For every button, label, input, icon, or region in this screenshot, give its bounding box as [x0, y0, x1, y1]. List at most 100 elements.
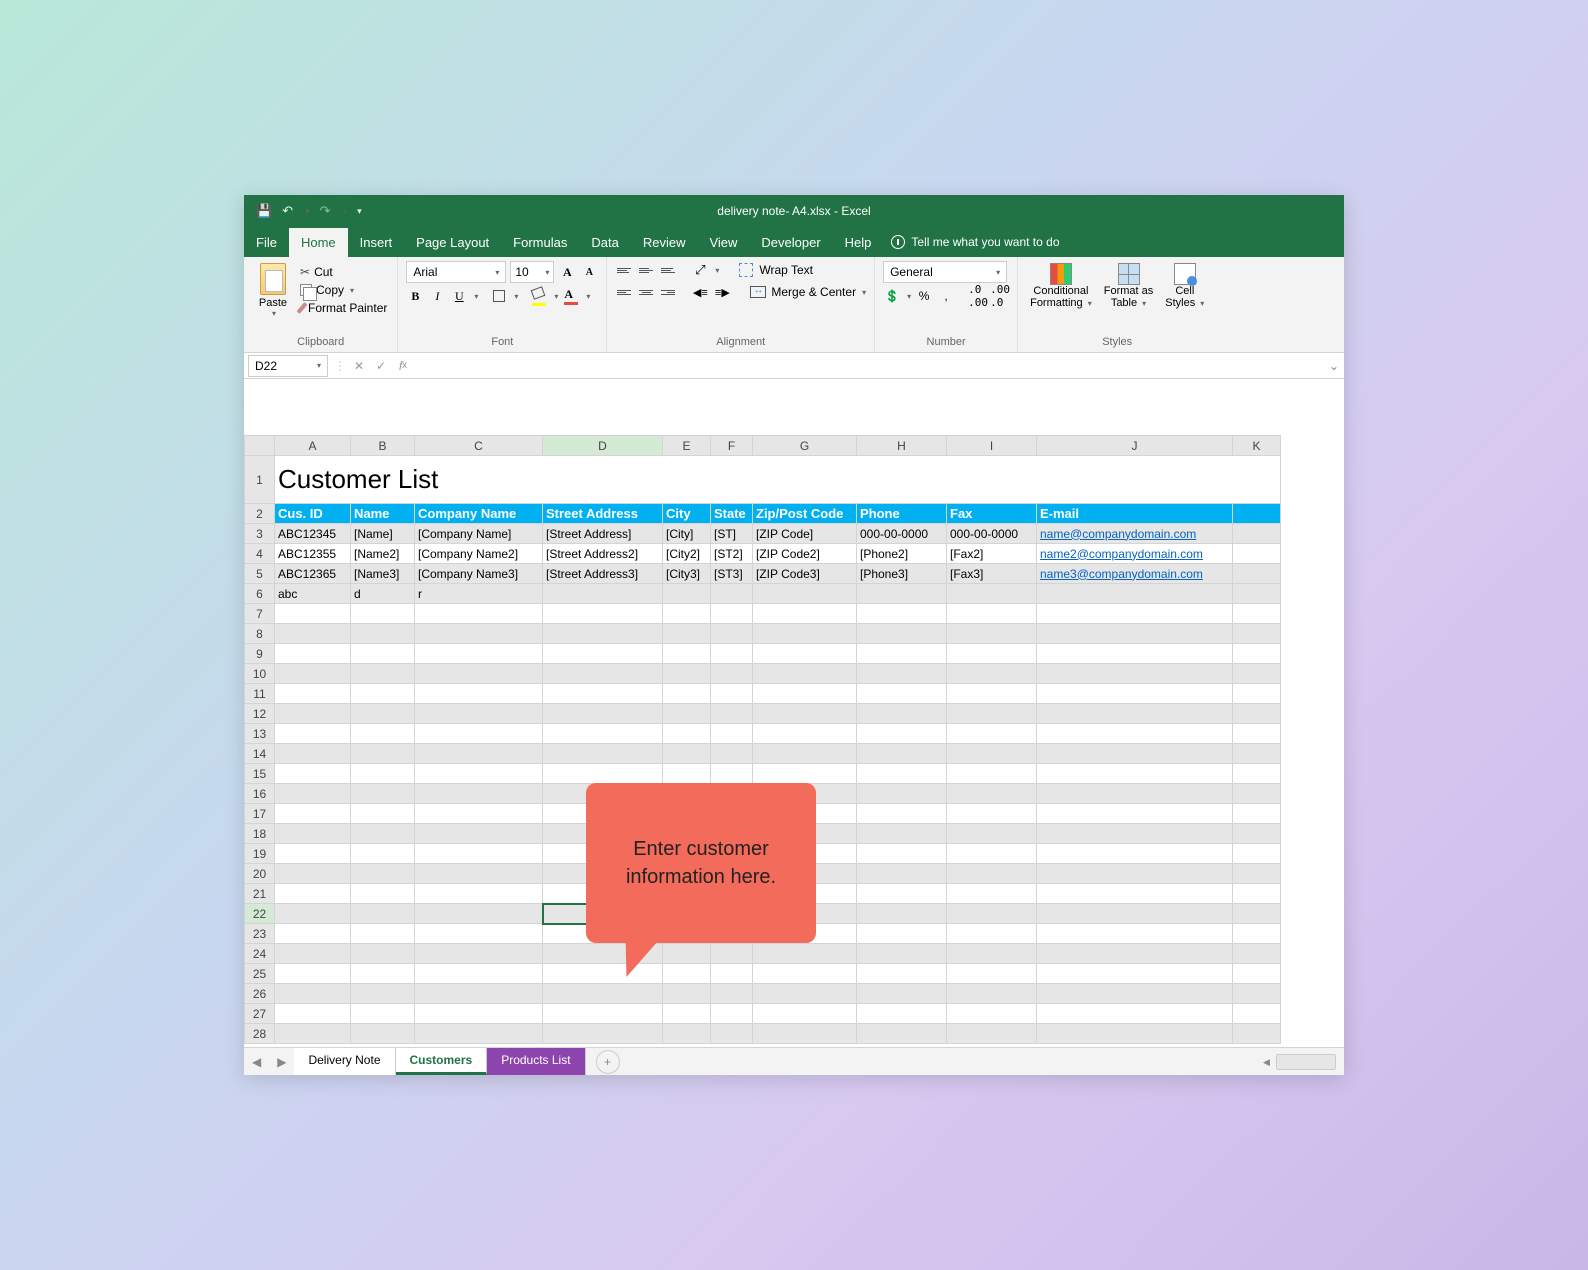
cell[interactable]: [947, 664, 1037, 684]
cell[interactable]: [711, 1024, 753, 1044]
ribbon-tab-home[interactable]: Home: [289, 228, 348, 257]
cell[interactable]: [Company Name2]: [415, 544, 543, 564]
column-header[interactable]: B: [351, 436, 415, 456]
cell[interactable]: [275, 944, 351, 964]
merge-center-button[interactable]: [749, 283, 767, 301]
cell[interactable]: [543, 604, 663, 624]
ribbon-tab-page-layout[interactable]: Page Layout: [404, 228, 501, 257]
cell[interactable]: [275, 864, 351, 884]
cell[interactable]: [947, 824, 1037, 844]
cell[interactable]: [753, 624, 857, 644]
column-header[interactable]: K: [1233, 436, 1281, 456]
cell[interactable]: [351, 784, 415, 804]
cell[interactable]: [1037, 904, 1233, 924]
cell[interactable]: [663, 684, 711, 704]
table-header-cell[interactable]: Name: [351, 504, 415, 524]
cell[interactable]: [415, 864, 543, 884]
cell[interactable]: [947, 884, 1037, 904]
cell[interactable]: [ZIP Code3]: [753, 564, 857, 584]
cell[interactable]: [947, 684, 1037, 704]
font-name-select[interactable]: Arial▾: [406, 261, 506, 283]
decrease-font-icon[interactable]: A: [580, 263, 598, 281]
cell[interactable]: [415, 804, 543, 824]
cell[interactable]: [275, 644, 351, 664]
cell[interactable]: [275, 844, 351, 864]
cell[interactable]: [275, 744, 351, 764]
cell[interactable]: [1037, 864, 1233, 884]
cell[interactable]: [947, 604, 1037, 624]
cell[interactable]: [351, 704, 415, 724]
comma-format-button[interactable]: ,: [937, 287, 955, 305]
cell[interactable]: [947, 964, 1037, 984]
cell[interactable]: [Phone3]: [857, 564, 947, 584]
cell[interactable]: [947, 624, 1037, 644]
cell[interactable]: [275, 684, 351, 704]
cell[interactable]: [415, 884, 543, 904]
cell[interactable]: [663, 964, 711, 984]
cell[interactable]: [1233, 944, 1281, 964]
row-header[interactable]: 3: [245, 524, 275, 544]
cell[interactable]: [663, 1004, 711, 1024]
column-header[interactable]: D: [543, 436, 663, 456]
cell[interactable]: [543, 584, 663, 604]
cell[interactable]: [1233, 1004, 1281, 1024]
cell-styles-button[interactable]: Cell Styles ▾: [1161, 261, 1208, 311]
cell[interactable]: [1037, 964, 1233, 984]
border-button[interactable]: [490, 287, 508, 305]
cell[interactable]: [947, 844, 1037, 864]
row-header[interactable]: 27: [245, 1004, 275, 1024]
cell[interactable]: [ZIP Code]: [753, 524, 857, 544]
cell[interactable]: 000-00-0000: [857, 524, 947, 544]
row-header[interactable]: 14: [245, 744, 275, 764]
cell[interactable]: [351, 844, 415, 864]
row-header[interactable]: 8: [245, 624, 275, 644]
cell[interactable]: [1037, 704, 1233, 724]
cell[interactable]: [663, 984, 711, 1004]
cell[interactable]: [1037, 944, 1233, 964]
row-header[interactable]: 21: [245, 884, 275, 904]
cell[interactable]: [947, 864, 1037, 884]
cell[interactable]: [1233, 784, 1281, 804]
table-header-cell[interactable]: Company Name: [415, 504, 543, 524]
cell[interactable]: [1233, 744, 1281, 764]
row-header[interactable]: 4: [245, 544, 275, 564]
spreadsheet-grid[interactable]: ABCDEFGHIJK1Customer List2Cus. IDNameCom…: [244, 435, 1281, 1044]
cell[interactable]: [857, 884, 947, 904]
cell[interactable]: ABC12355: [275, 544, 351, 564]
cell[interactable]: [857, 864, 947, 884]
cell[interactable]: [857, 804, 947, 824]
cell[interactable]: [711, 724, 753, 744]
cell[interactable]: [857, 724, 947, 744]
save-icon[interactable]: 💾: [256, 203, 272, 219]
cell[interactable]: [1233, 964, 1281, 984]
cell[interactable]: [Street Address]: [543, 524, 663, 544]
row-header[interactable]: 22: [245, 904, 275, 924]
cell[interactable]: [Street Address3]: [543, 564, 663, 584]
cell[interactable]: [711, 744, 753, 764]
sheet-tab-delivery-note[interactable]: Delivery Note: [294, 1048, 395, 1075]
cell[interactable]: [ST2]: [711, 544, 753, 564]
align-middle-button[interactable]: [637, 261, 655, 279]
cell[interactable]: [711, 624, 753, 644]
table-header-cell[interactable]: State: [711, 504, 753, 524]
column-header[interactable]: G: [753, 436, 857, 456]
column-header[interactable]: F: [711, 436, 753, 456]
cell[interactable]: [1233, 924, 1281, 944]
tell-me-search[interactable]: Tell me what you want to do: [891, 235, 1059, 249]
cell[interactable]: [753, 1004, 857, 1024]
row-header[interactable]: 5: [245, 564, 275, 584]
cell[interactable]: [1037, 764, 1233, 784]
cell[interactable]: [857, 664, 947, 684]
cell[interactable]: [753, 984, 857, 1004]
cell[interactable]: [857, 924, 947, 944]
row-header[interactable]: 15: [245, 764, 275, 784]
font-color-button[interactable]: A: [562, 287, 580, 305]
cell[interactable]: [Name3]: [351, 564, 415, 584]
sheet-title[interactable]: Customer List: [275, 456, 1281, 504]
cancel-formula-button[interactable]: ✕: [348, 355, 370, 377]
cell[interactable]: [275, 924, 351, 944]
row-header[interactable]: 11: [245, 684, 275, 704]
cell[interactable]: [415, 764, 543, 784]
column-header[interactable]: J: [1037, 436, 1233, 456]
cell[interactable]: [857, 744, 947, 764]
